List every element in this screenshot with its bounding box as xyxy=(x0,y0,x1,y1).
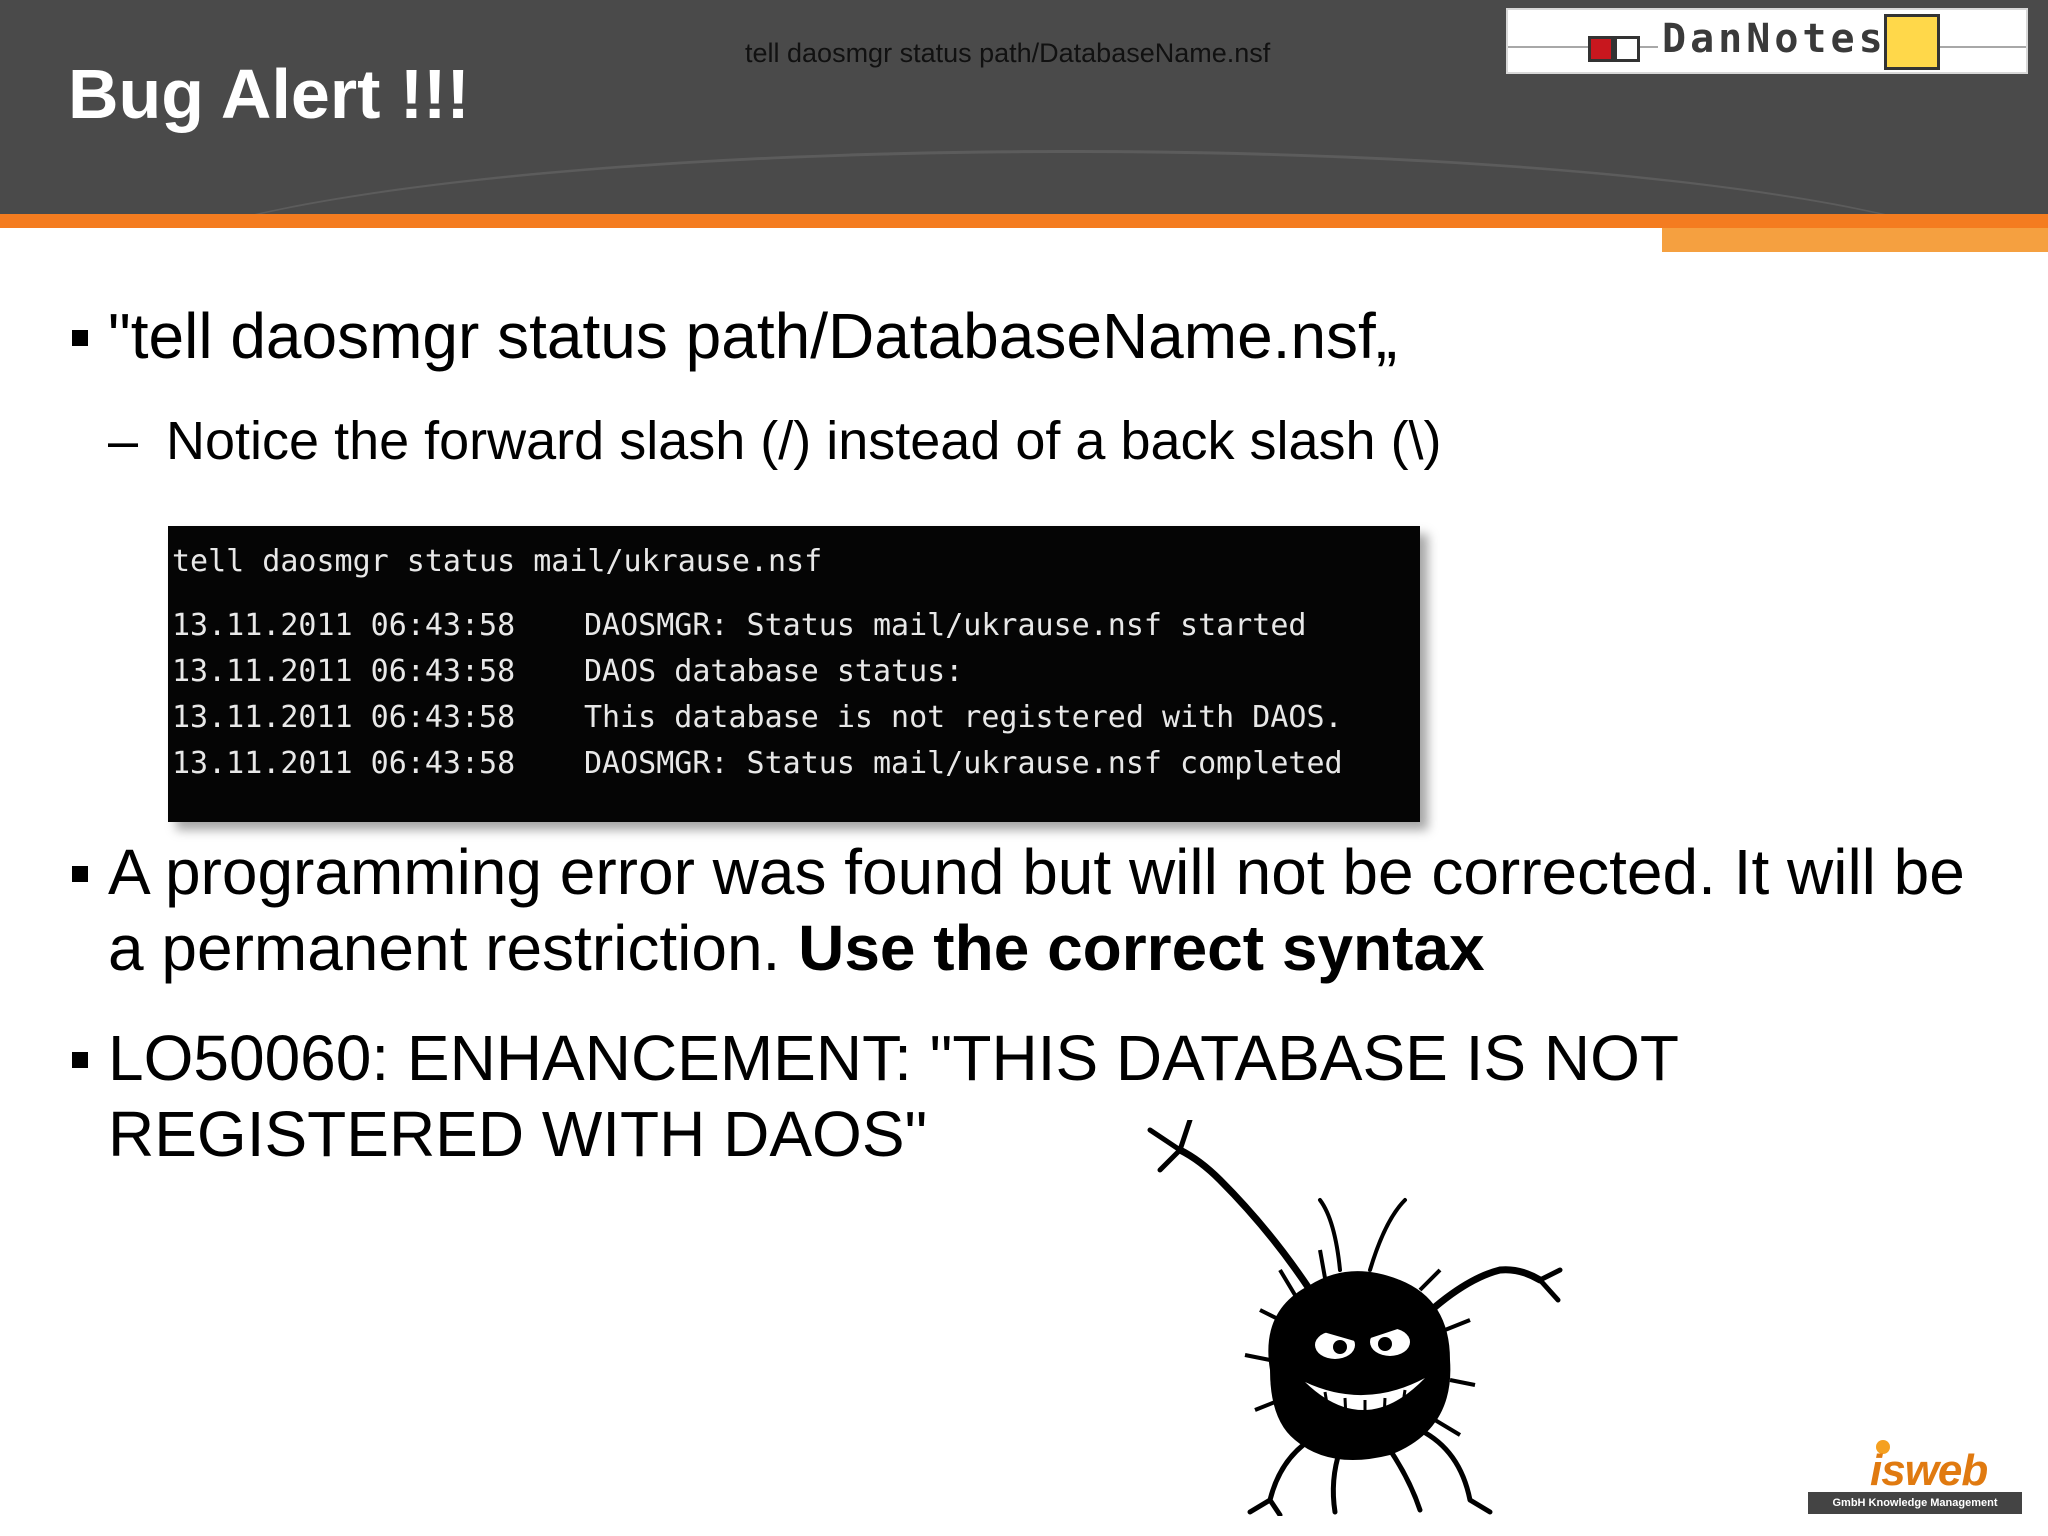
isweb-logo: isweb GmbH Knowledge Management xyxy=(1806,1440,2024,1516)
console-timestamp: 13.11.2011 06:43:58 xyxy=(172,746,516,781)
logo-yellow-square xyxy=(1884,14,1940,70)
header-decoration xyxy=(120,150,2020,214)
bullet-enhancement: LO50060: ENHANCEMENT: "THIS DATABASE IS … xyxy=(72,1020,1972,1172)
console-command: tell daosmgr status mail/ukrause.nsf xyxy=(172,544,823,579)
logo-tagline: GmbH Knowledge Management xyxy=(1808,1492,2022,1514)
logo-white-square xyxy=(1614,36,1640,62)
bullet-marker xyxy=(72,1052,88,1068)
console-screenshot: tell daosmgr status mail/ukrause.nsf 13.… xyxy=(168,526,1420,822)
bullet-text: LO50060: ENHANCEMENT: "THIS DATABASE IS … xyxy=(108,1022,1678,1170)
console-message: DAOSMGR: Status mail/ukrause.nsf complet… xyxy=(584,746,1343,781)
header-caption: tell daosmgr status path/DatabaseName.ns… xyxy=(745,38,1271,68)
bullet-text: "tell daosmgr status path/DatabaseName.n… xyxy=(108,300,1398,372)
console-message: This database is not registered with DAO… xyxy=(584,700,1343,735)
slide-title: Bug Alert !!! xyxy=(68,55,470,133)
logo-wordmark: DanNotes xyxy=(1658,16,1891,62)
bullet-marker xyxy=(72,330,88,346)
console-timestamp: 13.11.2011 06:43:58 xyxy=(172,654,516,689)
logo-wordmark: isweb xyxy=(1870,1446,1988,1495)
sub-bullet-dash: – xyxy=(108,411,139,471)
bullet-text: A programming error was found but will n… xyxy=(108,834,1972,986)
bug-illustration xyxy=(1147,1120,1563,1516)
bullet-command: "tell daosmgr status path/DatabaseName.n… xyxy=(72,298,1397,374)
sub-bullet-notice: – Notice the forward slash (/) instead of… xyxy=(108,410,1442,472)
console-message: DAOS database status: xyxy=(584,654,964,689)
console-row: 13.11.2011 06:43:58 This database is not … xyxy=(172,700,1343,735)
header-accent-bar xyxy=(0,214,2048,228)
console-row: 13.11.2011 06:43:58 DAOSMGR: Status mail/… xyxy=(172,608,1306,643)
console-timestamp: 13.11.2011 06:43:58 xyxy=(172,700,516,735)
bullet-programming-error: A programming error was found but will n… xyxy=(72,834,1972,986)
header-accent-tab xyxy=(1662,228,2048,252)
slide-header: Bug Alert !!! tell daosmgr status path/D… xyxy=(0,0,2048,214)
console-row: 13.11.2011 06:43:58 DAOSMGR: Status mail/… xyxy=(172,746,1343,781)
bullet-marker xyxy=(72,866,88,882)
console-message: DAOSMGR: Status mail/ukrause.nsf started xyxy=(584,608,1307,643)
sub-bullet-text: Notice the forward slash (/) instead of … xyxy=(166,411,1442,471)
dannotes-logo: DanNotes xyxy=(1506,8,2028,74)
console-timestamp: 13.11.2011 06:43:58 xyxy=(172,608,516,643)
console-row: 13.11.2011 06:43:58 DAOS database status: xyxy=(172,654,963,689)
logo-red-square xyxy=(1588,36,1614,62)
bullet-text-bold: Use the correct syntax xyxy=(798,912,1485,984)
